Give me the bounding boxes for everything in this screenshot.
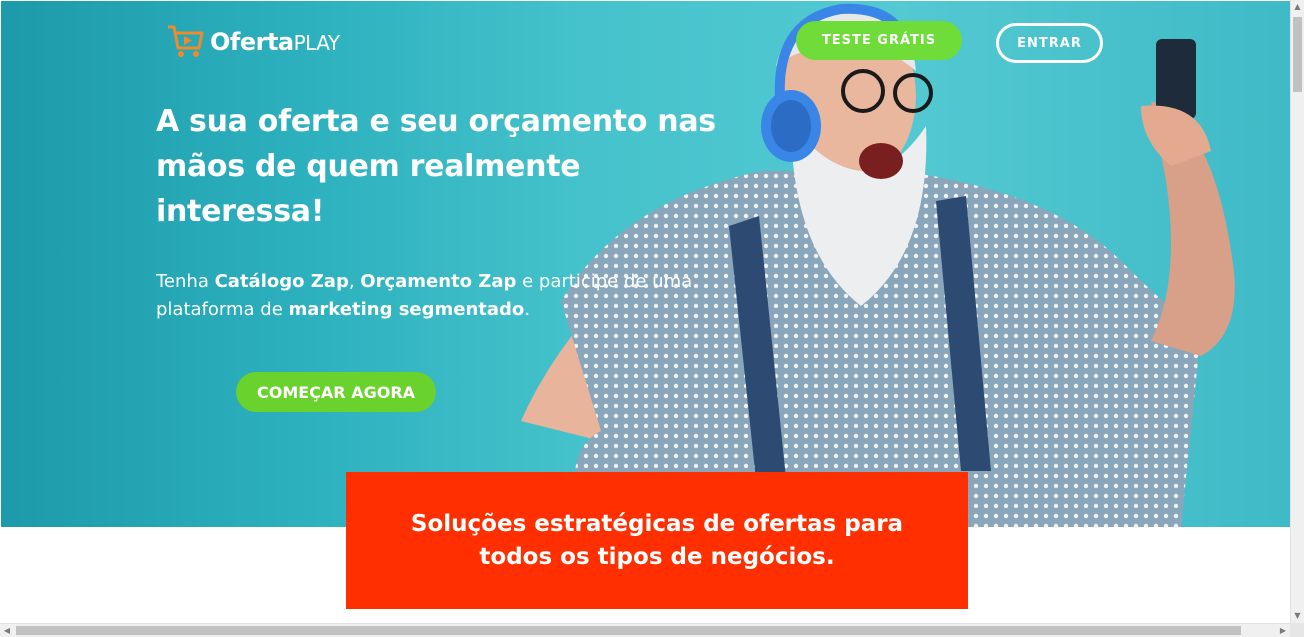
logo-accent: PLAY — [293, 31, 341, 55]
vertical-scroll-thumb[interactable] — [1293, 17, 1302, 92]
hero-subtitle: Tenha Catálogo Zap, Orçamento Zap e part… — [156, 268, 736, 324]
hero-section — [1, 1, 1290, 527]
logo[interactable]: OfertaPLAY — [166, 24, 340, 60]
trial-button[interactable]: TESTE GRÁTIS — [796, 21, 962, 60]
arrow-up-icon[interactable]: ▲ — [1291, 0, 1304, 14]
horizontal-scroll-thumb[interactable] — [16, 626, 1241, 635]
arrow-left-icon[interactable]: ◀ — [0, 624, 14, 637]
start-now-button[interactable]: COMEÇAR AGORA — [236, 372, 436, 412]
vertical-scrollbar[interactable]: ▲ ▼ — [1290, 0, 1304, 623]
horizontal-scrollbar[interactable]: ◀ ▶ — [0, 623, 1290, 637]
sub-text-2: , — [348, 271, 361, 292]
sub-marketing: marketing segmentado — [288, 299, 525, 320]
hero-photo — [521, 3, 1235, 527]
sub-text-4: . — [524, 299, 531, 320]
scrollbar-corner — [1290, 623, 1304, 637]
arrow-down-icon[interactable]: ▼ — [1291, 609, 1304, 623]
sub-catalogo: Catálogo Zap — [214, 271, 349, 292]
hero-headline: A sua oferta e seu orçamento nas mãos de… — [156, 104, 716, 229]
logo-main: Oferta — [210, 28, 294, 56]
login-button[interactable]: ENTRAR — [996, 23, 1103, 63]
shopping-cart-play-icon — [168, 25, 204, 57]
solutions-banner: Soluções estratégicas de ofertas para to… — [346, 472, 968, 609]
solutions-banner-text: Soluções estratégicas de ofertas para to… — [410, 510, 904, 570]
arrow-right-icon[interactable]: ▶ — [1276, 624, 1290, 637]
sub-text-1: Tenha — [156, 271, 215, 292]
logo-text: OfertaPLAY — [210, 28, 340, 56]
sub-orcamento: Orçamento Zap — [360, 271, 517, 292]
